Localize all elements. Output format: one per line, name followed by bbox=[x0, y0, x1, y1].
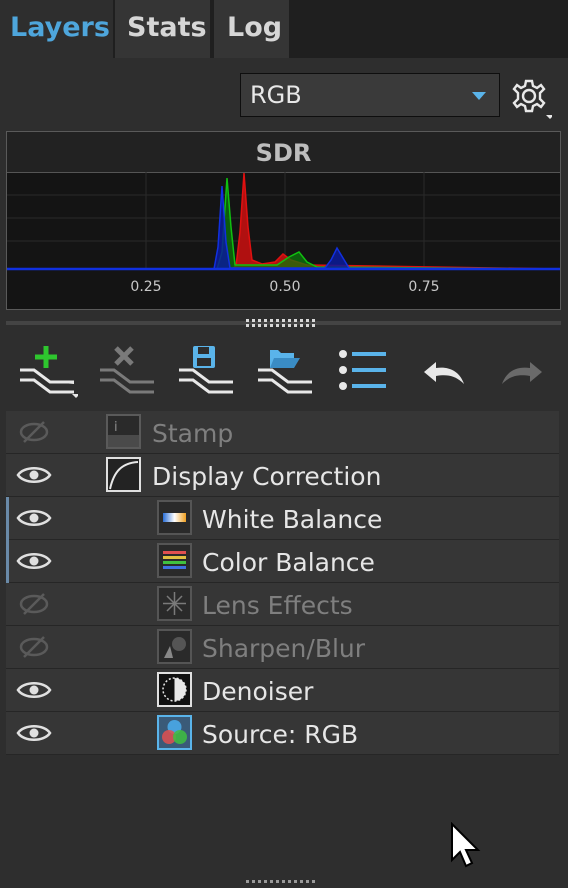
layer-row-stamp[interactable]: i Stamp bbox=[6, 411, 559, 454]
eye-icon[interactable] bbox=[16, 506, 52, 530]
layer-name: Display Correction bbox=[152, 462, 382, 491]
open-layer-button[interactable] bbox=[254, 344, 316, 400]
layer-row-display-correction[interactable]: Display Correction bbox=[6, 454, 559, 497]
eye-hidden-icon[interactable] bbox=[16, 635, 52, 659]
layer-list: i Stamp Display Correction White Balance… bbox=[6, 411, 559, 755]
layer-name: Stamp bbox=[152, 419, 234, 448]
tab-stats[interactable]: Stats bbox=[115, 0, 210, 58]
sharpen-blur-icon bbox=[157, 629, 192, 664]
layer-row-lens-effects[interactable]: Lens Effects bbox=[6, 583, 559, 626]
layer-row-source-rgb[interactable]: Source: RGB bbox=[6, 712, 559, 755]
redo-button[interactable] bbox=[490, 344, 552, 400]
save-layer-button[interactable] bbox=[175, 344, 237, 400]
layer-row-denoiser[interactable]: Denoiser bbox=[6, 669, 559, 712]
layer-name: Color Balance bbox=[202, 548, 375, 577]
tab-log[interactable]: Log bbox=[214, 0, 289, 58]
svg-text:i: i bbox=[114, 420, 118, 435]
eye-icon[interactable] bbox=[16, 549, 52, 573]
selection-indicator bbox=[6, 497, 9, 540]
save-layer-icon bbox=[179, 346, 233, 394]
bottom-resize-grip-icon[interactable] bbox=[246, 880, 320, 888]
list-menu-button[interactable] bbox=[334, 344, 398, 405]
selection-indicator bbox=[6, 540, 9, 583]
layer-name: White Balance bbox=[202, 505, 383, 534]
resize-grip-icon[interactable] bbox=[246, 319, 320, 327]
layer-row-color-balance[interactable]: Color Balance bbox=[6, 540, 559, 583]
eye-hidden-icon[interactable] bbox=[16, 592, 52, 616]
redo-icon bbox=[502, 362, 542, 384]
tick-label: 0.50 bbox=[269, 279, 300, 295]
histogram-red-channel bbox=[7, 172, 560, 270]
layer-name: Lens Effects bbox=[202, 591, 353, 620]
gear-icon[interactable] bbox=[510, 77, 554, 121]
tab-bar: Layers Stats Log bbox=[0, 0, 568, 58]
undo-button[interactable] bbox=[414, 344, 476, 400]
layer-name: Source: RGB bbox=[202, 720, 359, 749]
layer-row-sharpen-blur[interactable]: Sharpen/Blur bbox=[6, 626, 559, 669]
histogram-panel[interactable]: SDR 0.25 0.50 0.75 bbox=[6, 131, 561, 310]
delete-layer-button[interactable] bbox=[96, 344, 158, 400]
add-layer-icon bbox=[20, 346, 80, 398]
lens-effects-icon bbox=[157, 586, 192, 621]
eye-icon[interactable] bbox=[16, 678, 52, 702]
source-rgb-icon bbox=[157, 715, 192, 750]
tab-layers[interactable]: Layers bbox=[0, 0, 113, 58]
eye-hidden-icon[interactable] bbox=[16, 420, 52, 444]
list-menu-icon bbox=[339, 350, 398, 405]
curve-icon bbox=[106, 457, 141, 492]
tick-label: 0.25 bbox=[130, 279, 161, 295]
eye-icon[interactable] bbox=[16, 463, 52, 487]
layer-name: Denoiser bbox=[202, 677, 314, 706]
layer-name: Sharpen/Blur bbox=[202, 634, 366, 663]
white-balance-icon bbox=[157, 500, 192, 535]
open-layer-icon bbox=[258, 350, 312, 394]
mouse-cursor-icon bbox=[451, 822, 481, 868]
tick-label: 0.75 bbox=[408, 279, 439, 295]
stamp-icon: i bbox=[106, 414, 141, 449]
channel-select-value: RGB bbox=[250, 81, 302, 109]
histogram-plot: 0.25 0.50 0.75 bbox=[7, 172, 560, 295]
denoiser-icon bbox=[157, 672, 192, 707]
color-balance-icon bbox=[157, 543, 192, 578]
add-layer-button[interactable] bbox=[16, 344, 80, 400]
histogram-title: SDR bbox=[7, 132, 560, 173]
channel-select[interactable]: RGB bbox=[240, 73, 500, 117]
eye-icon[interactable] bbox=[16, 721, 52, 745]
undo-icon bbox=[424, 362, 464, 384]
delete-layer-icon bbox=[100, 346, 154, 394]
layer-row-white-balance[interactable]: White Balance bbox=[6, 497, 559, 540]
chevron-down-icon bbox=[472, 92, 486, 100]
